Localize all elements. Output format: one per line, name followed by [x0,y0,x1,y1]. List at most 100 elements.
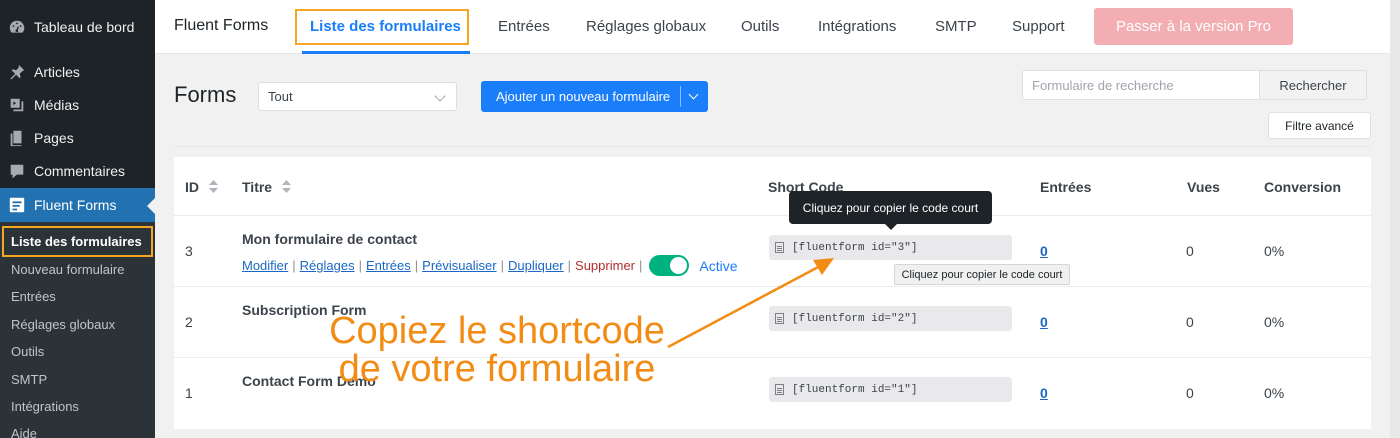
native-title-tooltip: Cliquez pour copier le code court [894,264,1070,285]
row-actions: Modifier | Réglages | Entrées | Prévisualis… [242,255,738,276]
shortcode-text: [fluentform id="3"] [792,241,918,254]
sidebar-item-pages[interactable]: Pages [0,121,155,155]
sort-icon[interactable] [281,180,291,196]
cell-id: 1 [185,385,193,401]
media-icon [8,96,26,114]
cell-views: 0 [1186,243,1194,259]
separator: | [500,258,504,273]
sidebar-item-comments[interactable]: Commentaires [0,154,155,188]
active-tab-indicator [302,51,470,54]
tab-support[interactable]: Support [1012,18,1065,35]
shortcode-copy-box[interactable]: [fluentform id="3"] [769,235,1012,260]
upgrade-pro-button[interactable]: Passer à la version Pro [1094,8,1293,45]
chevron-down-icon [434,90,446,102]
submenu-item-smtp[interactable]: SMTP [11,372,47,387]
cell-id: 2 [185,314,193,330]
button-divider [680,86,681,107]
sidebar-item-label: Articles [34,64,80,80]
sidebar-item-media[interactable]: Médias [0,88,155,122]
column-header-title[interactable]: Titre [242,179,291,196]
comment-icon [8,162,26,180]
cell-title[interactable]: Mon formulaire de contact [242,231,417,247]
sidebar-item-label: Commentaires [34,163,126,179]
status-toggle[interactable] [649,255,690,276]
separator: | [292,258,296,273]
separator: | [567,258,572,273]
cell-conversion: 0% [1264,243,1285,259]
add-new-form-button[interactable]: Ajouter un nouveau formulaire [481,81,708,112]
annotation-line-1: Copiez le shortcode [329,310,665,352]
submenu-item-integrations[interactable]: Intégrations [11,399,79,414]
submenu-item-entries[interactable]: Entrées [11,289,56,304]
separator: | [639,258,643,273]
column-header-views: Vues [1187,179,1220,195]
column-header-id[interactable]: ID [185,179,218,196]
cell-views: 0 [1186,314,1194,330]
entries-count-link[interactable]: 0 [1040,243,1048,259]
separator: | [358,258,362,273]
document-icon [775,384,784,395]
copy-shortcode-tooltip: Cliquez pour copier le code court [789,191,992,230]
shortcode-text: [fluentform id="2"] [792,312,918,325]
highlight-box-submenu [2,226,153,257]
cell-id: 3 [185,243,193,259]
entries-link[interactable]: Entrées [366,258,411,273]
current-menu-arrow [147,198,155,214]
sidebar-item-dashboard[interactable]: Tableau de bord [0,10,155,44]
sidebar-item-fluent-forms[interactable]: Fluent Forms [0,188,155,222]
entries-count-link[interactable]: 0 [1040,385,1048,401]
status-filter-select[interactable]: Tout [258,82,457,111]
submenu-item-tools[interactable]: Outils [11,344,44,359]
cell-views: 0 [1186,385,1194,401]
dashboard-icon [8,18,26,36]
annotation-text: Copiez le shortcode de votre formulaire [318,312,676,388]
document-icon [775,242,784,253]
column-header-label: Titre [242,179,273,195]
sidebar-item-label: Fluent Forms [34,197,117,213]
preview-link[interactable]: Prévisualiser [422,258,496,273]
column-header-entries: Entrées [1040,179,1092,195]
row-divider [174,286,1371,287]
toolbar-divider [174,146,1371,147]
sidebar-item-articles[interactable]: Articles [0,55,155,89]
chevron-down-icon[interactable] [688,89,699,100]
page-title: Forms [174,82,237,107]
column-header-label: ID [185,179,199,195]
pin-icon [8,63,26,81]
search-button[interactable]: Rechercher [1259,70,1367,100]
entries-count-link[interactable]: 0 [1040,314,1048,330]
tab-smtp[interactable]: SMTP [935,18,977,35]
brand-name[interactable]: Fluent Forms [174,17,268,35]
search-input[interactable] [1022,70,1259,100]
annotation-line-2: de votre formulaire [338,348,656,390]
highlight-box-tab [295,9,469,45]
submenu-item-new-form[interactable]: Nouveau formulaire [11,262,124,277]
separator: | [414,258,419,273]
row-divider [174,215,1371,216]
status-label: Active [699,257,738,274]
sort-icon[interactable] [208,180,218,196]
delete-link[interactable]: Supprimer [575,258,635,273]
tab-tools[interactable]: Outils [741,18,779,35]
advanced-filter-button[interactable]: Filtre avancé [1268,112,1371,139]
document-icon [775,313,784,324]
shortcode-copy-box[interactable]: [fluentform id="2"] [769,306,1012,331]
settings-link[interactable]: Réglages [300,258,355,273]
edit-link[interactable]: Modifier [242,258,288,273]
duplicate-link[interactable]: Dupliquer [508,258,564,273]
page-icon [8,129,26,147]
shortcode-copy-box[interactable]: [fluentform id="1"] [769,377,1012,402]
cell-conversion: 0% [1264,314,1285,330]
submenu-item-global-settings[interactable]: Réglages globaux [11,317,115,332]
filter-selected-value: Tout [268,89,293,104]
tab-entries[interactable]: Entrées [498,18,550,35]
admin-sidebar: Tableau de bord Articles Médias Pages Co… [0,0,155,438]
column-header-conversion: Conversion [1264,179,1342,195]
sidebar-item-label: Pages [34,130,74,146]
submenu-item-help[interactable]: Aide [11,426,37,438]
page-scrollbar[interactable] [1390,0,1400,438]
sidebar-item-label: Tableau de bord [34,19,135,35]
add-new-form-label: Ajouter un nouveau formulaire [496,89,671,104]
tab-integrations[interactable]: Intégrations [818,18,896,35]
tab-global-settings[interactable]: Réglages globaux [586,18,706,35]
